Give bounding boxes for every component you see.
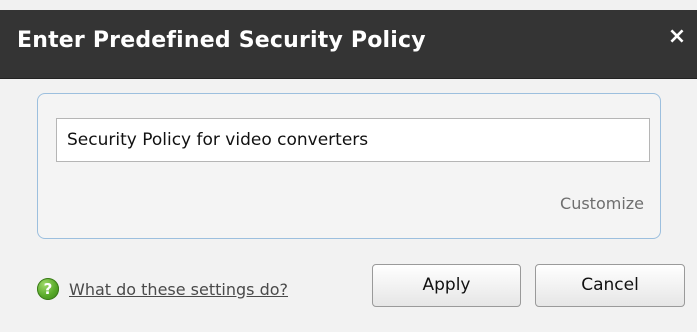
help-question-icon[interactable]: ? <box>37 278 59 300</box>
security-policy-dialog: Enter Predefined Security Policy × Custo… <box>0 0 697 332</box>
dialog-body: Customize ? What do these settings do? A… <box>0 79 697 332</box>
help-link[interactable]: What do these settings do? <box>69 280 288 299</box>
policy-name-input[interactable] <box>56 118 650 162</box>
customize-link[interactable]: Customize <box>560 194 644 213</box>
policy-panel: Customize <box>37 93 661 239</box>
title-bar[interactable]: Enter Predefined Security Policy × <box>0 10 697 79</box>
dialog-title: Enter Predefined Security Policy <box>17 28 426 53</box>
cancel-button[interactable]: Cancel <box>535 264 685 307</box>
close-icon[interactable]: × <box>666 26 688 48</box>
apply-button[interactable]: Apply <box>372 264 521 307</box>
help-row: ? What do these settings do? <box>37 276 288 302</box>
